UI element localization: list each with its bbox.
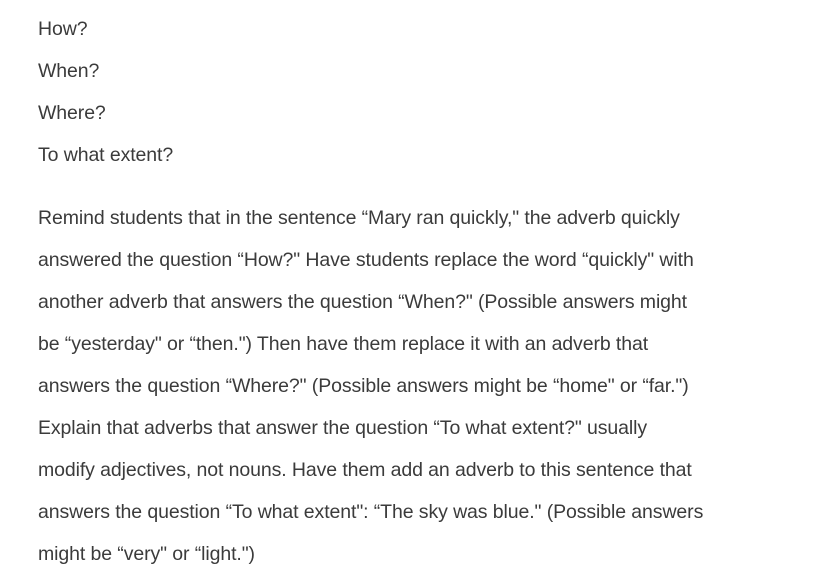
paragraph-line: answered the question “How?" Have studen… [38, 249, 694, 271]
instruction-paragraph: Remind students that in the sentence “Ma… [38, 197, 778, 575]
paragraph-line: might be “very" or “light.") [38, 543, 255, 565]
adverb-question-list: How? When? Where? To what extent? [38, 8, 173, 176]
paragraph-line: modify adjectives, not nouns. Have them … [38, 459, 692, 481]
paragraph-line: answers the question “Where?" (Possible … [38, 375, 689, 397]
paragraph-line: Explain that adverbs that answer the que… [38, 417, 648, 439]
paragraph-line: another adverb that answers the question… [38, 291, 687, 313]
paragraph-line: answers the question “To what extent": “… [38, 501, 704, 523]
question-item-how: How? [38, 18, 88, 40]
question-item-where: Where? [38, 102, 106, 124]
paragraph-line: Remind students that in the sentence “Ma… [38, 207, 680, 229]
document-content: How? When? Where? To what extent? Remind… [0, 0, 814, 571]
question-item-to-what-extent: To what extent? [38, 144, 174, 166]
question-item-when: When? [38, 60, 100, 82]
paragraph-line: be “yesterday" or “then.") Then have the… [38, 333, 649, 355]
